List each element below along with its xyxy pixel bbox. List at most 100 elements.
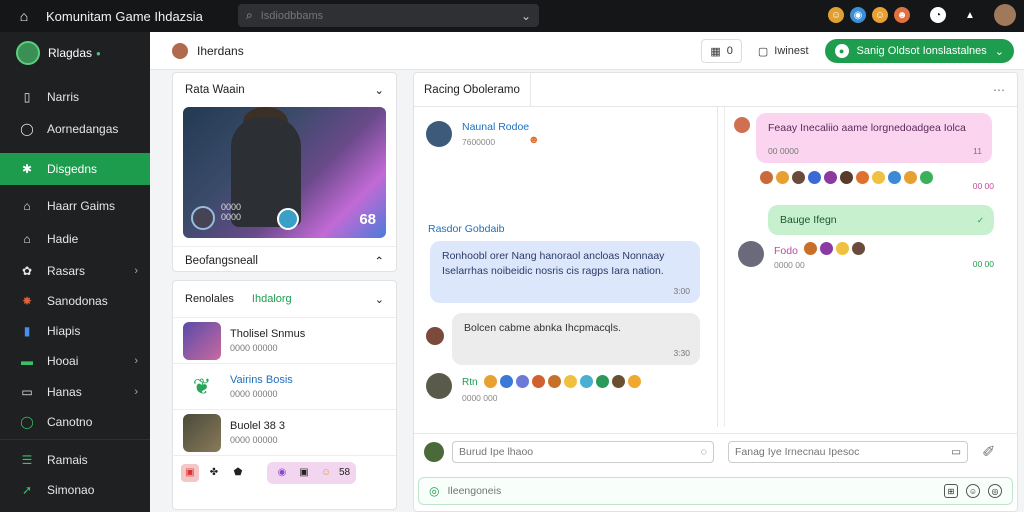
online-dot-icon: ● [96, 48, 101, 58]
home-logo-icon[interactable]: ⌂ [14, 7, 34, 25]
section-toggle[interactable]: Beofangsneall ⌃ [173, 246, 396, 274]
grid-button[interactable]: ▦ 0 [701, 39, 742, 63]
puzzle-icon: ✱ [21, 162, 33, 176]
page-title: Iherdans [172, 42, 244, 59]
settings-icon[interactable]: ◎ [988, 484, 1002, 498]
home-icon: ⌂ [23, 199, 31, 213]
emoji-icon [580, 375, 593, 388]
section-label: Rasdor Gobdaib [428, 223, 505, 235]
message-field[interactable]: ▭ [728, 440, 968, 463]
sidebar-item-hadie[interactable]: ⌂ Hadie [0, 224, 150, 254]
chevron-down-icon[interactable]: ⌄ [375, 293, 384, 306]
sidebar-item-simonao[interactable]: ➚ Simonao [0, 475, 150, 505]
sidebar-item-sanodonas[interactable]: ✸ Sanodonas [0, 286, 150, 316]
emoji-icon [856, 171, 869, 184]
tab-renolales[interactable]: Renolales [185, 293, 234, 305]
emoji-icon [836, 242, 849, 255]
list-item[interactable]: ❦ Vairins Bosis 0000 00000 [173, 363, 396, 409]
sidebar-item-disgedns[interactable]: ✱ Disgedns [0, 153, 150, 185]
puzzle-icon[interactable]: ✤ [205, 464, 223, 482]
sidebar-item-haarr-gaims[interactable]: ⌂ Haarr Gaims [0, 191, 150, 221]
reaction-time: 00 00 [972, 181, 994, 191]
sidebar-item-hiapis[interactable]: ▮ Hiapis [0, 316, 150, 346]
bookmark-icon: ▮ [23, 324, 31, 338]
reaction-row[interactable] [760, 171, 933, 184]
record-icon[interactable]: ▣ [181, 463, 199, 482]
sidebar-item-narris[interactable]: ▯ Narris [0, 82, 150, 112]
chat-left-column: Naunal Rodoe 7600000 ☻ Rasdor Gobdaib Ro… [414, 107, 717, 427]
chat-icon: ◯ [20, 122, 34, 136]
emoji-icon [808, 171, 821, 184]
emoji-icon[interactable]: ☺ [872, 7, 888, 23]
divider [724, 107, 725, 427]
message-bubble[interactable]: Feaay Inecaliio aame lorgnedoadgea Iolca… [756, 113, 992, 163]
primary-action-button[interactable]: ● Sanig Oldsot Ionslastalnes ⌄ [824, 39, 1014, 63]
tab-chat[interactable]: Racing Oboleramo [414, 72, 531, 107]
message-bubble[interactable]: Bauge Ifegn ✓ [768, 205, 994, 235]
message-time: 00 00 [972, 259, 994, 269]
search-input[interactable] [260, 9, 521, 22]
message-time: 7600000 [462, 137, 496, 147]
sidebar-item-ramais[interactable]: ☰ Ramais [0, 445, 150, 475]
sidebar: Rlagdas ● ▯ Narris ◯ Aornedangas ✱ Disgedns… [0, 32, 150, 512]
quick-actions: ▣ ✤ ⬟ ◉ ▣ ☺ 58 [173, 455, 396, 489]
emoji-icon [840, 171, 853, 184]
globe-icon[interactable]: ◉ [850, 7, 866, 23]
reaction-row[interactable] [804, 242, 865, 255]
sidebar-item-hanas[interactable]: ▭ Hanas › [0, 377, 150, 407]
avatar [424, 441, 444, 462]
compose-input[interactable] [447, 485, 936, 497]
sidebar-item-hooai[interactable]: ▬ Hooai › [0, 346, 150, 376]
send-icon[interactable]: ✐ [982, 442, 995, 462]
chevron-down-icon[interactable]: ⌄ [521, 9, 531, 23]
emoji-icon[interactable]: ☺ [828, 7, 844, 23]
sidebar-item-canotno[interactable]: ◯ Canotno [0, 407, 150, 437]
sidebar-user[interactable]: Rlagdas ● [0, 32, 150, 74]
compose-bar[interactable]: ◎ ⊞ ☺ ◎ [418, 477, 1013, 505]
emoji-icon [920, 171, 933, 184]
reply-field[interactable]: ◌ [452, 440, 714, 463]
reaction-row[interactable] [484, 375, 641, 388]
rocket-icon: ➚ [21, 483, 33, 497]
reply-input[interactable] [459, 445, 701, 458]
sidebar-item-aornedangas[interactable]: ◯ Aornedangas [0, 114, 150, 144]
emoji-icon [628, 375, 641, 388]
notification-button[interactable]: ▢ Iwinest [750, 39, 817, 63]
message-input[interactable] [735, 445, 952, 458]
message-author: Fodo [774, 245, 798, 257]
avatar [183, 413, 221, 452]
chevron-down-icon: ⌄ [374, 85, 384, 97]
list-item[interactable]: Buolel 38 3 0000 00000 [173, 409, 396, 455]
game-banner[interactable]: 0000 0000 68 [183, 107, 386, 238]
tab-ihdalorg[interactable]: Ihdalorg [252, 293, 292, 305]
emoji-icon [852, 242, 865, 255]
sidebar-item-rasars[interactable]: ✿ Rasars › [0, 256, 150, 286]
emoji-icon [904, 171, 917, 184]
triangle-icon[interactable]: ▲ [962, 7, 978, 23]
emoji-icon [548, 375, 561, 388]
clock-icon[interactable]: ◔ [930, 7, 946, 23]
user-avatar[interactable] [994, 4, 1016, 26]
search-bar[interactable]: ⌕ ⌄ [238, 4, 539, 27]
shield-icon[interactable]: ⬟ [229, 464, 247, 482]
emoji-icon[interactable]: ☺ [966, 484, 980, 498]
main-area: Iherdans ▦ 0 ▢ Iwinest ● Sanig Oldsot Ions… [150, 32, 1024, 512]
search-icon: ⌕ [246, 8, 253, 22]
image-icon[interactable]: ▭ [951, 446, 961, 458]
message-bubble[interactable]: Ronhoobl orer Nang hanoraol ancloas Nonn… [430, 241, 700, 303]
message-bubble[interactable]: Bolcen cabme abnka Ihcpmacqls. 3:30 [452, 313, 700, 365]
phone-icon: ▯ [23, 90, 31, 104]
reaction-group[interactable]: ◉ ▣ ☺ 58 [267, 461, 357, 484]
attach-icon[interactable]: ◌ [701, 446, 707, 458]
banner-subtext: 0000 0000 [221, 202, 242, 222]
chevron-down-icon: ⌄ [994, 45, 1004, 58]
chat-icon: ◯ [20, 415, 34, 429]
more-icon[interactable]: ⋯ [993, 83, 1005, 97]
game-icon[interactable] [277, 208, 299, 230]
emoji-icon: ☺ [320, 467, 332, 478]
emoji-icon [564, 375, 577, 388]
attach-icon[interactable]: ⊞ [944, 484, 958, 498]
emoji-icon[interactable]: ☻ [894, 7, 910, 23]
featured-card-header[interactable]: Rata Waain ⌄ [173, 73, 396, 107]
list-item[interactable]: Tholisel Snmus 0000 00000 [173, 317, 396, 363]
